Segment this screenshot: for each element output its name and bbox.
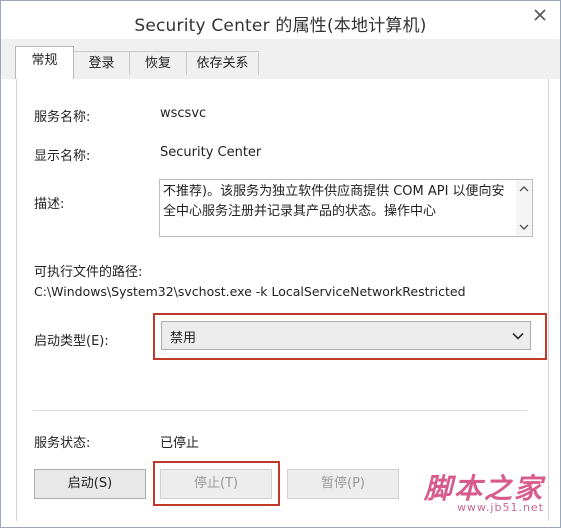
tab-logon[interactable]: 登录 bbox=[73, 51, 130, 75]
start-button[interactable]: 启动(S) bbox=[34, 469, 146, 499]
divider bbox=[33, 410, 527, 411]
close-button[interactable] bbox=[529, 6, 551, 28]
description-scrollbar[interactable] bbox=[516, 180, 532, 236]
scroll-down-icon[interactable] bbox=[519, 222, 529, 232]
tab-strip: 常规 登录 恢复 依存关系 bbox=[1, 39, 560, 79]
general-tab-panel: 服务名称: wscsvc 显示名称: Security Center 描述: 不… bbox=[16, 79, 549, 521]
startup-type-label: 启动类型(E): bbox=[34, 334, 109, 349]
watermark-url: www.jb51.net bbox=[456, 501, 544, 514]
service-status-label: 服务状态: bbox=[34, 436, 91, 451]
exe-path-value: C:\Windows\System32\svchost.exe -k Local… bbox=[34, 284, 466, 299]
properties-dialog: Security Center 的属性(本地计算机) 常规 登录 恢复 依存关系… bbox=[0, 0, 561, 528]
pause-button[interactable]: 暂停(P) bbox=[287, 469, 399, 499]
service-name-label: 服务名称: bbox=[34, 110, 91, 125]
window-title: Security Center 的属性(本地计算机) bbox=[134, 16, 427, 36]
chevron-down-icon bbox=[512, 330, 524, 342]
tab-dependencies[interactable]: 依存关系 bbox=[186, 51, 259, 75]
display-name-value: Security Center bbox=[160, 145, 262, 160]
description-text: 不推荐)。该服务为独立软件供应商提供 COM API 以便向安全中心服务注册并记… bbox=[163, 184, 505, 219]
startup-type-select[interactable]: 禁用 bbox=[161, 321, 531, 350]
stop-button[interactable]: 停止(T) bbox=[160, 469, 272, 499]
close-icon bbox=[533, 8, 547, 26]
exe-path-label: 可执行文件的路径: bbox=[34, 265, 143, 280]
watermark-logo: 脚本之家 www.jb51.net bbox=[419, 467, 554, 523]
startup-type-value: 禁用 bbox=[170, 331, 197, 346]
title-bar[interactable]: Security Center 的属性(本地计算机) bbox=[2, 2, 559, 40]
description-textbox[interactable]: 不推荐)。该服务为独立软件供应商提供 COM API 以便向安全中心服务注册并记… bbox=[159, 179, 533, 237]
scroll-up-icon[interactable] bbox=[519, 184, 529, 194]
service-status-value: 已停止 bbox=[160, 436, 200, 451]
tab-general[interactable]: 常规 bbox=[15, 46, 74, 79]
service-name-value: wscsvc bbox=[160, 106, 207, 121]
display-name-label: 显示名称: bbox=[34, 149, 91, 164]
tab-recovery[interactable]: 恢复 bbox=[129, 51, 187, 75]
description-label: 描述: bbox=[34, 197, 65, 212]
